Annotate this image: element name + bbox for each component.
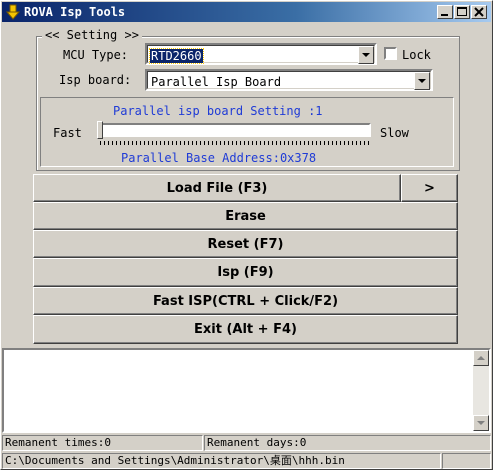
base-address-label: Parallel Base Address:0x378 bbox=[121, 151, 317, 165]
file-path-status: C:\Documents and Settings\Administrator\… bbox=[2, 453, 441, 469]
maximize-button[interactable] bbox=[454, 5, 470, 19]
exit-button[interactable]: Exit (Alt + F4) bbox=[33, 315, 458, 344]
minimize-icon bbox=[441, 14, 448, 16]
close-button[interactable] bbox=[471, 5, 487, 19]
scroll-up-button[interactable] bbox=[473, 350, 489, 366]
title-bar[interactable]: ROVA Isp Tools bbox=[2, 2, 491, 22]
setting-group-label: << Setting >> bbox=[42, 28, 142, 42]
speed-slider-ticks bbox=[100, 141, 370, 145]
mcu-type-select[interactable]: RTD2660 bbox=[145, 43, 377, 65]
minimize-button[interactable] bbox=[437, 5, 453, 19]
lock-label: Lock bbox=[402, 48, 431, 62]
arrow-up-icon bbox=[477, 356, 485, 360]
speed-slider-track[interactable] bbox=[99, 123, 371, 137]
download-arrow-icon bbox=[6, 4, 20, 20]
parallel-setting-title: Parallel isp board Setting :1 bbox=[113, 104, 323, 118]
main-window: ROVA Isp Tools << Setting >> MCU Type: R… bbox=[0, 0, 493, 470]
load-file-more-button[interactable]: > bbox=[401, 174, 458, 202]
isp-board-dropdown-button[interactable] bbox=[414, 72, 430, 90]
isp-board-select[interactable]: Parallel Isp Board bbox=[145, 69, 433, 91]
reset-button[interactable]: Reset (F7) bbox=[33, 230, 458, 258]
isp-button[interactable]: Isp (F9) bbox=[33, 258, 458, 287]
maximize-icon bbox=[457, 7, 467, 16]
scroll-down-button[interactable] bbox=[473, 415, 489, 431]
arrow-down-icon bbox=[477, 421, 485, 425]
close-icon bbox=[474, 7, 484, 17]
mcu-type-value: RTD2660 bbox=[149, 48, 204, 64]
erase-button[interactable]: Erase bbox=[33, 202, 458, 230]
log-scrollbar[interactable] bbox=[473, 350, 489, 431]
isp-board-select-frame: Parallel Isp Board bbox=[147, 71, 431, 90]
slow-label: Slow bbox=[380, 126, 409, 140]
isp-board-label: Isp board: bbox=[59, 73, 132, 87]
chevron-down-icon bbox=[362, 53, 370, 57]
empty-status-panel bbox=[442, 453, 491, 469]
mcu-dropdown-button[interactable] bbox=[358, 46, 374, 64]
log-textarea[interactable] bbox=[2, 348, 491, 433]
remanent-times-status: Remanent times:0 bbox=[2, 435, 203, 451]
window-title: ROVA Isp Tools bbox=[24, 5, 126, 19]
isp-board-value: Parallel Isp Board bbox=[151, 75, 282, 89]
mcu-type-select-frame: RTD2660 bbox=[147, 45, 375, 64]
fast-label: Fast bbox=[53, 126, 82, 140]
load-file-button[interactable]: Load File (F3) bbox=[33, 174, 401, 202]
chevron-down-icon bbox=[418, 79, 426, 83]
speed-slider-thumb[interactable] bbox=[97, 121, 103, 139]
fast-isp-button[interactable]: Fast ISP(CTRL + Click/F2) bbox=[33, 287, 458, 315]
lock-checkbox[interactable] bbox=[384, 47, 397, 60]
remanent-days-status: Remanent days:0 bbox=[204, 435, 491, 451]
mcu-type-label: MCU Type: bbox=[63, 48, 129, 62]
